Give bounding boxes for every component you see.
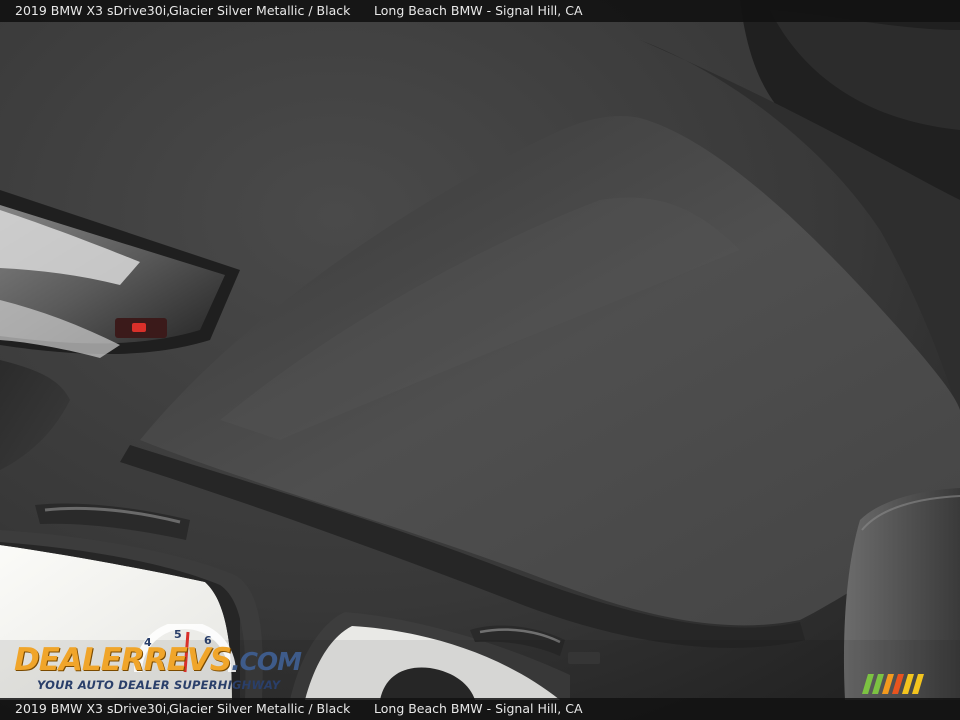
caption-model-bottom: 2019 BMW X3 sDrive30i,	[15, 701, 171, 716]
top-caption-bar: 2019 BMW X3 sDrive30i, Glacier Silver Me…	[0, 0, 960, 22]
car-interior-headliner-photo	[0, 0, 960, 720]
bottom-caption-bar: 2019 BMW X3 sDrive30i, Glacier Silver Me…	[0, 698, 960, 720]
stripes-badge-icon	[862, 674, 924, 694]
svg-text:5: 5	[174, 628, 182, 641]
logo-tagline: YOUR AUTO DEALER SUPERHIGHWAY	[37, 678, 281, 692]
caption-dealer: Long Beach BMW - Signal Hill, CA	[374, 3, 583, 18]
caption-model: 2019 BMW X3 sDrive30i,	[15, 3, 171, 18]
caption-color: Glacier Silver Metallic / Black	[169, 3, 351, 18]
photo-stage: 2019 BMW X3 sDrive30i, Glacier Silver Me…	[0, 0, 960, 720]
caption-color-bottom: Glacier Silver Metallic / Black	[169, 701, 351, 716]
logo-wordmark: DEALERREVS.COM	[14, 642, 302, 678]
caption-dealer-bottom: Long Beach BMW - Signal Hill, CA	[374, 701, 583, 716]
dealerrevs-watermark: 4 5 6 DEALERREVS.COM YOUR AUTO DEALER SU…	[12, 624, 302, 696]
